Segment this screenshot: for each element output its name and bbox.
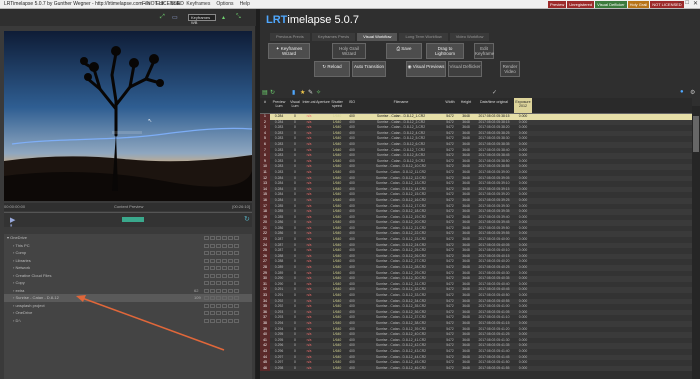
arrow-line bbox=[81, 297, 225, 351]
annotation-arrow bbox=[76, 295, 225, 351]
arrow-head bbox=[76, 295, 86, 302]
